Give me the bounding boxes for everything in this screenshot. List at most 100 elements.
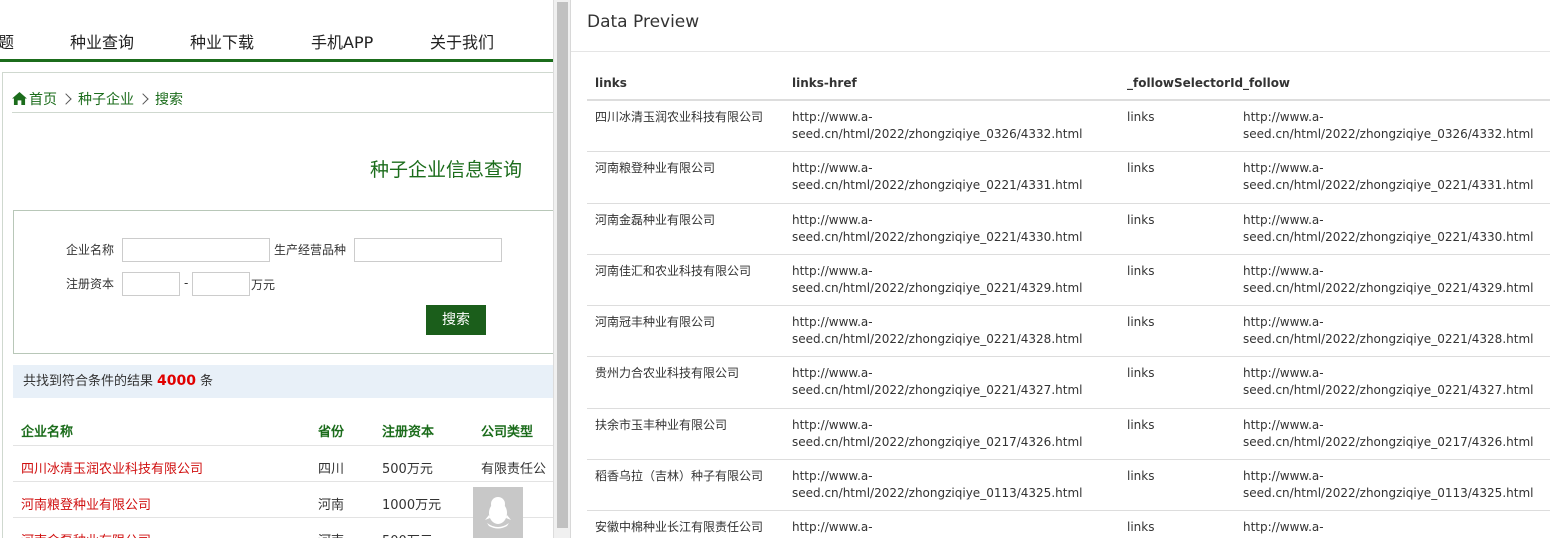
follow-cell: http://www.a-seed.cn/html/2022/zhongziqi… [1243,417,1534,449]
table-row: 四川冰清玉润农业科技有限公司 四川 500万元 有限责任公 [13,446,553,482]
qq-penguin-icon [485,497,511,529]
preview-header-row: links links-href _followSelectorId _foll… [587,66,1550,101]
capital-unit: 万元 [251,278,276,292]
follow-selector-cell: links [1127,469,1155,484]
preview-row: 河南佳汇和农业科技有限公司 http://www.a-seed.cn/html/… [587,255,1550,307]
company-name-link[interactable]: 四川冰清玉润农业科技有限公司 [21,458,203,477]
preview-row: 河南金磊种业有限公司 http://www.a-seed.cn/html/202… [587,204,1550,255]
scrollbar-thumb[interactable] [557,2,568,528]
result-prefix: 共找到符合条件的结果 [23,374,154,389]
company-name-link[interactable]: 河南粮登种业有限公司 [21,494,151,513]
nav-item-mobile-app[interactable]: 手机APP [311,29,373,53]
breadcrumb-divider [12,112,553,113]
result-count: 4000 [157,373,196,389]
links-href-cell: http://www.a-seed.cn/html/2022/zhongziqi… [792,469,1083,501]
vertical-scrollbar[interactable] [553,0,570,538]
links-cell: 稻香乌拉（吉林）种子有限公司 [595,469,764,484]
company-table: 企业名称 省份 注册资本 公司类型 四川冰清玉润农业科技有限公司 四川 500万… [13,410,553,538]
top-navigation: 题 种业查询 种业下载 手机APP 关于我们 [0,0,553,62]
follow-cell: http://www.a-seed.cn/html/2022/zhongziqi… [1243,469,1534,501]
follow-selector-cell: links [1127,110,1155,124]
table-row: 河南金磊种业有限公司 河南 500万元 任公 [13,518,553,538]
links-href-cell: http://www.a-seed.cn/html/2022/zhongziqi… [792,417,1083,449]
preview-divider [571,51,1550,52]
nav-item-seed-download[interactable]: 种业下载 [190,29,254,53]
capital-max-input[interactable] [192,272,250,296]
links-href-cell: http://www.a-seed.cn/html/2022/zhongziqi… [792,366,1083,398]
header-company-type[interactable]: 公司类型 [481,421,533,440]
links-cell: 扶余市玉丰种业有限公司 [595,417,728,432]
follow-cell: http://www.a-seed.cn/html/2022/zhongziqi… [1243,263,1534,295]
data-preview-panel: Data Preview links links-href _followSel… [571,0,1550,538]
chevron-right-icon [137,93,149,105]
links-cell: 河南佳汇和农业科技有限公司 [595,263,752,278]
capital-cell: 1000万元 [382,498,442,513]
company-name-label: 企业名称 [66,243,115,257]
table-header: 企业名称 省份 注册资本 公司类型 [13,410,553,446]
company-name-link[interactable]: 河南金磊种业有限公司 [21,530,151,538]
follow-selector-cell: links [1127,315,1155,330]
header-capital[interactable]: 注册资本 [382,421,434,440]
capital-cell: 500万元 [382,462,433,477]
follow-selector-cell: links [1127,366,1155,381]
province-cell: 河南 [318,530,344,538]
capital-min-input[interactable] [122,272,180,296]
preview-row: 扶余市玉丰种业有限公司 http://www.a-seed.cn/html/20… [587,409,1550,461]
preview-row: 安徽中棉种业长江有限责任公司 http://www.a- links http:… [587,511,1550,538]
links-cell: 河南冠丰种业有限公司 [595,315,716,330]
chevron-right-icon [60,93,72,105]
links-cell: 河南粮登种业有限公司 [595,161,716,176]
links-cell: 河南金磊种业有限公司 [595,212,716,227]
table-row: 河南粮登种业有限公司 河南 1000万元 任公 [13,482,553,518]
follow-cell: http://www.a-seed.cn/html/2022/zhongziqi… [1243,366,1534,398]
header-follow: _follow [1243,76,1291,90]
variety-input[interactable] [354,238,502,262]
preview-row: 河南冠丰种业有限公司 http://www.a-seed.cn/html/202… [587,306,1550,358]
breadcrumb-seed-companies[interactable]: 种子企业 [78,92,134,108]
breadcrumb-search: 搜索 [155,92,183,108]
follow-cell: http://www.a-seed.cn/html/2022/zhongziqi… [1243,212,1534,244]
search-button[interactable]: 搜索 [426,305,486,335]
header-links-href: links-href [792,76,857,90]
company-type-cell: 有限责任公 [481,462,547,477]
nav-item-seed-query[interactable]: 种业查询 [70,29,134,53]
province-cell: 四川 [318,462,345,477]
follow-selector-cell: links [1127,520,1155,535]
links-cell: 贵州力合农业科技有限公司 [595,366,740,381]
follow-selector-cell: links [1127,212,1155,227]
header-company-name[interactable]: 企业名称 [21,421,73,440]
links-href-cell: http://www.a-seed.cn/html/2022/zhongziqi… [792,263,1083,295]
follow-cell: http://www.a-seed.cn/html/2022/zhongziqi… [1243,110,1534,141]
capital-cell: 500万元 [382,530,433,538]
capital-label: 注册资本 [66,277,115,291]
follow-selector-cell: links [1127,263,1155,278]
company-name-input[interactable] [122,238,270,262]
header-province[interactable]: 省份 [318,421,344,440]
follow-selector-cell: links [1127,417,1155,432]
header-follow-selector-id: _followSelectorId [1127,76,1244,90]
links-href-cell: http://www.a-seed.cn/html/2022/zhongziqi… [792,315,1083,347]
website-pane: 题 种业查询 种业下载 手机APP 关于我们 首页 种子企业 搜索 种子企业信息查询… [0,0,553,538]
qq-float-button[interactable] [473,487,523,538]
breadcrumb: 首页 种子企业 搜索 [12,89,183,109]
preview-row: 贵州力合农业科技有限公司 http://www.a-seed.cn/html/2… [587,357,1550,409]
preview-row: 稻香乌拉（吉林）种子有限公司 http://www.a-seed.cn/html… [587,460,1550,512]
result-summary: 共找到符合条件的结果 4000 条 [13,365,553,398]
variety-label: 生产经营品种 [274,243,347,257]
preview-table: links links-href _followSelectorId _foll… [587,66,1550,538]
breadcrumb-home[interactable]: 首页 [29,92,57,108]
follow-cell: http://www.a-seed.cn/html/2022/zhongziqi… [1243,315,1534,347]
links-cell: 四川冰清玉润农业科技有限公司 [595,110,764,124]
capital-range-separator: - [184,276,189,290]
result-suffix: 条 [199,374,213,389]
links-href-cell: http://www.a-seed.cn/html/2022/zhongziqi… [792,161,1083,193]
links-href-cell: http://www.a-seed.cn/html/2022/zhongziqi… [792,212,1083,244]
home-icon[interactable] [12,92,27,105]
preview-title: Data Preview [587,12,700,32]
links-href-cell: http://www.a-seed.cn/html/2022/zhongziqi… [792,110,1083,141]
nav-item-partial[interactable]: 题 [0,29,14,53]
follow-selector-cell: links [1127,161,1155,176]
follow-cell: http://www.a-seed.cn/html/2022/zhongziqi… [1243,161,1534,193]
nav-item-about-us[interactable]: 关于我们 [430,29,494,53]
header-links: links [595,76,627,90]
